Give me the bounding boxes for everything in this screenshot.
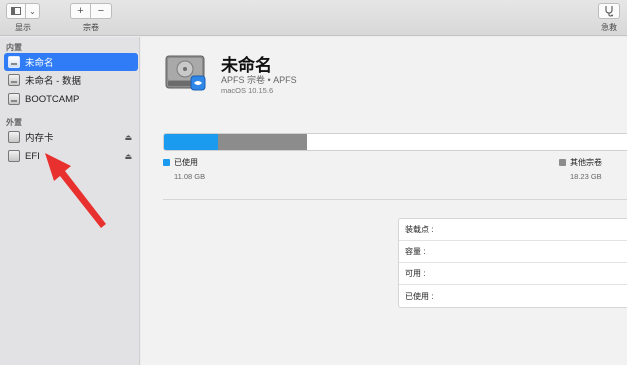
legend-used: 已使用 <box>163 157 198 168</box>
sidebar: 内置 未命名 未命名 - 数据 BOOTCAMP 外置 内存卡 ⏏ EFI ⏏ <box>0 37 140 365</box>
other-swatch-icon <box>559 159 566 166</box>
hard-drive-icon <box>165 55 206 91</box>
info-row-used: 已使用 : <box>405 291 434 301</box>
internal-section-header: 内置 <box>6 43 22 52</box>
legend-other-label: 其他宗卷 <box>570 158 602 167</box>
volume-control: + − 宗卷 <box>70 3 112 33</box>
usage-bar <box>163 133 627 151</box>
legend-used-label: 已使用 <box>174 158 198 167</box>
external-disk-icon <box>8 150 20 162</box>
sidebar-item-label: BOOTCAMP <box>25 93 80 105</box>
external-section-header: 外置 <box>6 118 22 127</box>
sidebar-item-bootcamp[interactable]: BOOTCAMP <box>8 90 138 108</box>
eject-icon[interactable]: ⏏ <box>124 152 132 161</box>
usage-bar-used-segment <box>164 134 218 150</box>
volume-os: macOS 10.15.6 <box>221 86 274 95</box>
info-row-capacity: 容量 : <box>399 241 627 263</box>
used-swatch-icon <box>163 159 170 166</box>
main-pane: 未命名 APFS 宗卷 • APFS macOS 10.15.6 已使用 11.… <box>141 37 627 365</box>
legend-other: 其他宗卷 <box>559 157 602 168</box>
view-menu-button[interactable]: ⌄ <box>26 3 40 19</box>
volume-icon <box>8 74 20 86</box>
sidebar-item-label: 未命名 - 数据 <box>25 76 81 87</box>
toolbar: ⌄ 显示 + − 宗卷 急救 <box>0 0 627 36</box>
legend-used-value: 11.08 GB <box>174 172 206 181</box>
info-row-available: 可用 : <box>399 263 627 285</box>
sidebar-item-label: 内存卡 <box>25 133 54 144</box>
sidebar-item-volume-data[interactable]: 未命名 - 数据 <box>8 71 138 89</box>
add-volume-button[interactable]: + <box>70 3 91 19</box>
sidebar-item-efi[interactable]: EFI ⏏ <box>8 147 138 165</box>
legend-other-value: 18.23 GB <box>570 172 602 181</box>
external-disk-icon <box>8 131 20 143</box>
sidebar-item-memory-card[interactable]: 内存卡 ⏏ <box>8 128 138 146</box>
volume-subtitle: APFS 宗卷 • APFS <box>221 75 297 85</box>
sidebar-icon <box>11 7 21 15</box>
eject-icon[interactable]: ⏏ <box>124 133 132 142</box>
volume-icon <box>8 93 20 105</box>
first-aid-button[interactable] <box>598 3 620 19</box>
sidebar-item-label: 未命名 <box>25 58 54 69</box>
sidebar-item-label: EFI <box>25 150 40 162</box>
info-table: 装载点 : 容量 : 可用 : 已使用 : <box>398 218 627 308</box>
firstaid-control: 急救 <box>598 3 620 33</box>
sidebar-item-volume-untitled[interactable]: 未命名 <box>4 53 138 71</box>
volume-label: 宗卷 <box>83 23 99 32</box>
usage-bar-other-segment <box>217 134 307 150</box>
stethoscope-icon <box>605 6 613 17</box>
chevron-down-icon: ⌄ <box>29 6 36 16</box>
remove-volume-button[interactable]: − <box>91 3 112 19</box>
plus-icon: + <box>77 5 84 17</box>
minus-icon: − <box>97 5 105 17</box>
view-control: ⌄ 显示 <box>6 3 40 33</box>
info-row-mount-point: 装载点 : <box>399 219 627 241</box>
volume-icon <box>8 56 20 68</box>
view-label: 显示 <box>15 23 31 32</box>
firstaid-label: 急救 <box>601 23 617 32</box>
sidebar-toggle-button[interactable] <box>6 3 26 19</box>
divider <box>163 199 627 200</box>
